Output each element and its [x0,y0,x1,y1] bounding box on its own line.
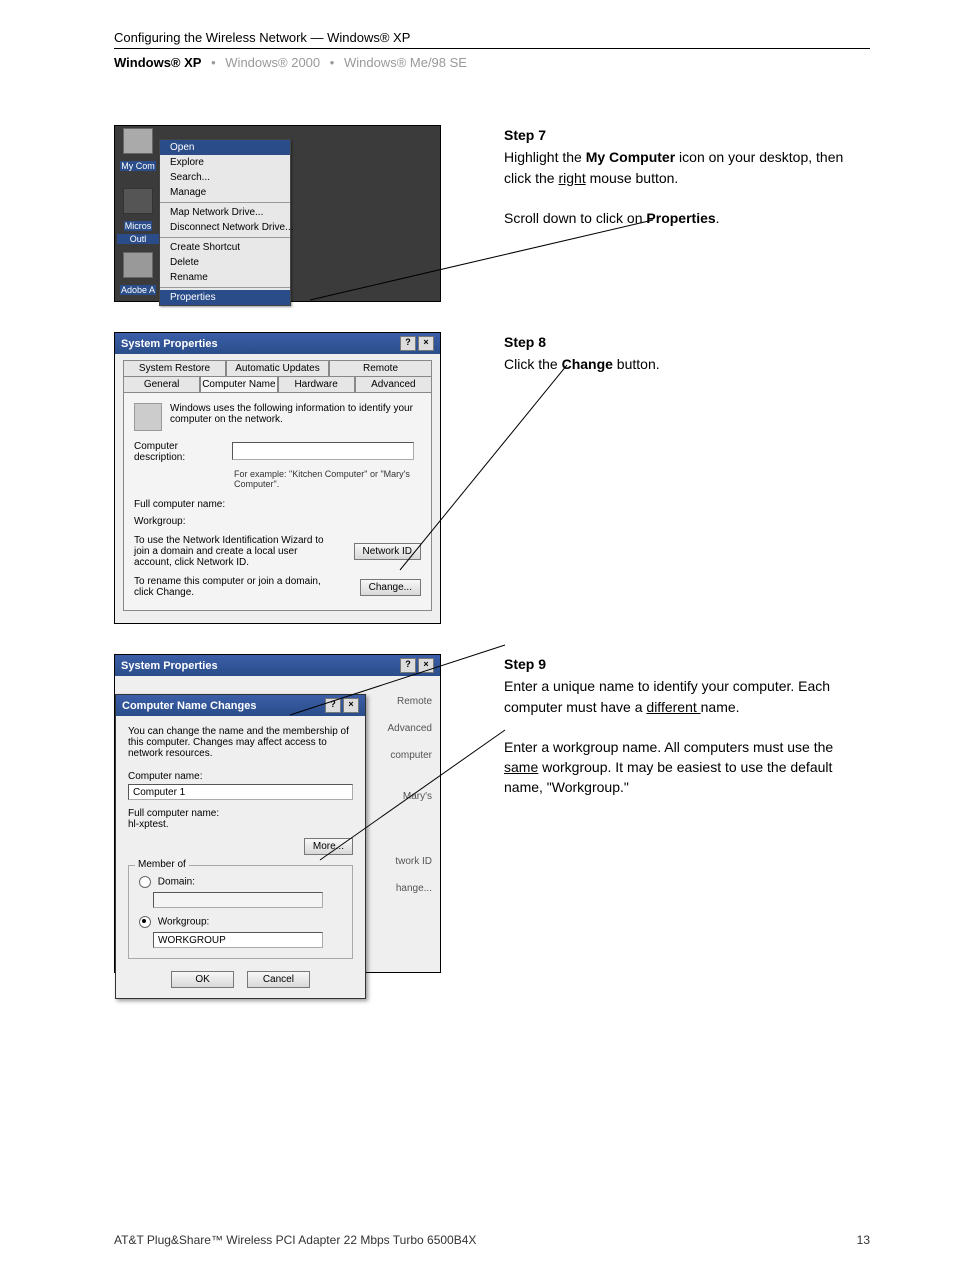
desktop-icon-label: Adobe A [120,285,156,295]
step9-text2: Enter a workgroup name. All computers mu… [504,737,849,798]
dialog-computer-name-changes: Computer Name Changes ? × You can change… [115,694,366,999]
network-id-button[interactable]: Network ID [354,543,421,560]
domain-input[interactable] [153,892,323,908]
footer-left: AT&T Plug&Share™ Wireless PCI Adapter 22… [114,1233,476,1247]
desktop-icon [123,252,153,278]
desc-input[interactable] [232,442,414,460]
tab-me98[interactable]: Windows® Me/98 SE [344,55,467,70]
menu-divider [160,287,290,288]
network-id-text: To use the Network Identification Wizard… [134,535,334,568]
desktop-icon-label: Outl [117,234,159,244]
menu-item-properties[interactable]: Properties [160,290,290,305]
menu-item-disconnect-drive[interactable]: Disconnect Network Drive... [160,220,290,235]
step7-text2: Scroll down to click on Properties. [504,208,849,228]
memberof-legend: Member of [135,859,189,870]
step8-text: Click the Change button. [504,354,849,374]
close-button[interactable]: × [418,336,434,351]
workgroup-radio[interactable] [139,916,151,928]
fullname-label: Full computer name: [128,808,353,819]
step7-title: Step 7 [504,125,849,145]
more-button[interactable]: More... [304,838,353,855]
ok-button[interactable]: OK [171,971,234,988]
close-button[interactable]: × [343,698,359,713]
desktop-icon-label: Micros [124,221,153,231]
workgroup-input[interactable] [153,932,323,948]
tab-separator: • [330,55,335,70]
help-button[interactable]: ? [400,336,416,351]
my-computer-label: My Com [120,161,156,171]
step8-title: Step 8 [504,332,849,352]
context-menu: Open Explore Search... Manage Map Networ… [159,139,291,306]
menu-item-search[interactable]: Search... [160,170,290,185]
menu-item-create-shortcut[interactable]: Create Shortcut [160,240,290,255]
page-number: 13 [857,1233,870,1247]
workgroup-label: Workgroup: [158,917,210,928]
tab-system-restore[interactable]: System Restore [123,360,226,376]
menu-divider [160,202,290,203]
step7-text1: Highlight the My Computer icon on your d… [504,147,849,188]
step9-text1: Enter a unique name to identify your com… [504,676,849,717]
compname-label: Computer name: [128,771,353,782]
menu-item-manage[interactable]: Manage [160,185,290,200]
domain-radio[interactable] [139,876,151,888]
menu-item-explore[interactable]: Explore [160,155,290,170]
menu-item-map-drive[interactable]: Map Network Drive... [160,205,290,220]
page-header: Configuring the Wireless Network — Windo… [114,30,870,49]
tab-remote[interactable]: Remote [329,360,432,376]
dialog-title: System Properties [121,338,218,350]
menu-item-open[interactable]: Open [160,140,290,155]
tab-computer-name[interactable]: Computer Name [200,376,277,392]
tab-xp[interactable]: Windows® XP [114,55,201,70]
menu-divider [160,237,290,238]
intro-text: You can change the name and the membersh… [128,726,353,759]
tab-hardware[interactable]: Hardware [278,376,355,392]
fullname-value: hl-xptest. [128,819,353,830]
tab-2000[interactable]: Windows® 2000 [225,55,320,70]
close-button[interactable]: × [418,658,434,673]
info-text: Windows uses the following information t… [170,403,421,431]
tab-separator: • [211,55,216,70]
domain-label: Domain: [158,877,195,888]
computer-icon [134,403,162,431]
example-text: For example: "Kitchen Computer" or "Mary… [234,469,421,489]
step9-title: Step 9 [504,654,849,674]
dialog-title: System Properties [121,660,218,672]
dialog-title: Computer Name Changes [122,700,256,712]
change-text: To rename this computer or join a domain… [134,576,334,598]
tab-general[interactable]: General [123,376,200,392]
screenshot-context-menu: My Com Micros Outl Adobe A Open Explore [114,125,441,302]
desktop-icon [123,188,153,214]
desc-label: Computer description: [134,441,229,463]
screenshot-system-properties: System Properties ? × System Restore Aut… [114,332,441,624]
fullname-label: Full computer name: [134,499,225,510]
workgroup-label: Workgroup: [134,516,186,527]
my-computer-icon [123,128,153,154]
compname-input[interactable] [128,784,353,800]
tab-advanced[interactable]: Advanced [355,376,432,392]
menu-item-delete[interactable]: Delete [160,255,290,270]
help-button[interactable]: ? [400,658,416,673]
change-button[interactable]: Change... [360,579,421,596]
screenshot-computer-name-changes: System Properties ? × Remote Advanced co… [114,654,441,973]
menu-item-rename[interactable]: Rename [160,270,290,285]
tab-automatic-updates[interactable]: Automatic Updates [226,360,329,376]
os-tabs: Windows® XP • Windows® 2000 • Windows® M… [114,55,870,70]
cancel-button[interactable]: Cancel [247,971,310,988]
help-button[interactable]: ? [325,698,341,713]
